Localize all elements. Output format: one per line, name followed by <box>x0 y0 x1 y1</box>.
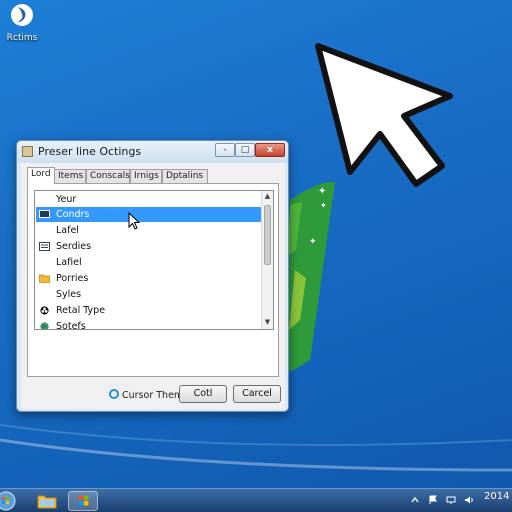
tray-volume-icon[interactable] <box>464 495 474 505</box>
tab-panel: Yeur Condrs Lafel Serdies Lafiel Porries… <box>27 183 279 377</box>
desktop-shortcut[interactable]: Rctims <box>2 2 42 43</box>
tab-items[interactable]: Items <box>54 169 86 183</box>
list-item[interactable]: Sotefs <box>36 319 262 329</box>
settings-dialog: Preser line Octings - □ x Lord Items Con… <box>16 140 289 412</box>
list-item-selected[interactable]: Condrs <box>36 207 262 222</box>
list-item[interactable]: Lafiel <box>36 255 262 270</box>
app-logo-icon <box>11 4 33 26</box>
monitor-icon <box>39 210 50 218</box>
tray-arrow-icon[interactable] <box>410 495 420 505</box>
scrollbar-thumb[interactable] <box>264 205 271 265</box>
taskbar: 2014 <box>0 488 512 512</box>
taskbar-clock[interactable]: 2014 <box>484 491 509 502</box>
tray-network-icon[interactable] <box>446 495 456 505</box>
maximize-button[interactable]: □ <box>235 143 255 157</box>
tab-irnigs[interactable]: Irnigs <box>130 169 162 183</box>
desktop-shortcut-label: Rctims <box>6 33 38 43</box>
svg-text:✦: ✦ <box>320 201 327 210</box>
tray-flag-icon[interactable] <box>428 495 438 505</box>
cursor-listbox[interactable]: Yeur Condrs Lafel Serdies Lafiel Porries… <box>34 190 274 330</box>
mouse-pointer-icon <box>128 212 141 230</box>
minimize-button[interactable]: - <box>215 143 235 157</box>
dialog-title: Preser line Octings <box>38 145 142 158</box>
active-app-taskbar-icon[interactable] <box>68 491 98 511</box>
tab-conscals[interactable]: Conscals <box>86 169 130 183</box>
dialog-button-row: Cursor Theme Cotl Carcel <box>21 385 285 405</box>
ok-button[interactable]: Cotl <box>179 385 227 403</box>
dialog-body: Lord Items Conscals Irnigs Dptalins Yeur… <box>21 163 285 409</box>
list-item[interactable]: Syles <box>36 287 262 302</box>
svg-text:✦: ✦ <box>309 237 317 247</box>
desktop: ✦ ✦ ✦ Rctims Preser line Octings - □ x L… <box>0 0 512 488</box>
tab-lord[interactable]: Lord <box>27 167 55 184</box>
list-item[interactable]: Retal Type <box>36 303 262 318</box>
list-item[interactable]: Serdies <box>36 239 262 254</box>
dialog-app-icon <box>22 146 33 157</box>
theme-icon <box>109 389 119 399</box>
start-button[interactable] <box>0 491 18 511</box>
list-item[interactable]: Porries <box>36 271 262 286</box>
cursor-theme-link[interactable]: Cursor Theme <box>109 389 189 401</box>
close-button[interactable]: x <box>255 143 285 157</box>
folder-icon <box>39 274 50 283</box>
cancel-button[interactable]: Carcel <box>233 385 281 403</box>
arrow-cursor-icon <box>315 43 453 187</box>
explorer-taskbar-icon[interactable] <box>32 491 62 511</box>
tab-dptalins[interactable]: Dptalins <box>162 169 208 183</box>
scroll-up-arrow-icon[interactable]: ▲ <box>262 191 273 202</box>
list-item[interactable]: Yeur <box>36 192 262 207</box>
globe-icon <box>40 322 49 329</box>
list-icon <box>39 242 50 251</box>
dialog-titlebar[interactable]: Preser line Octings - □ x <box>17 141 288 163</box>
clover-icon <box>40 306 49 315</box>
list-scrollbar[interactable]: ▲ ▼ <box>261 191 273 329</box>
scroll-down-arrow-icon[interactable]: ▼ <box>262 317 273 328</box>
list-item[interactable]: Lafel <box>36 223 262 238</box>
